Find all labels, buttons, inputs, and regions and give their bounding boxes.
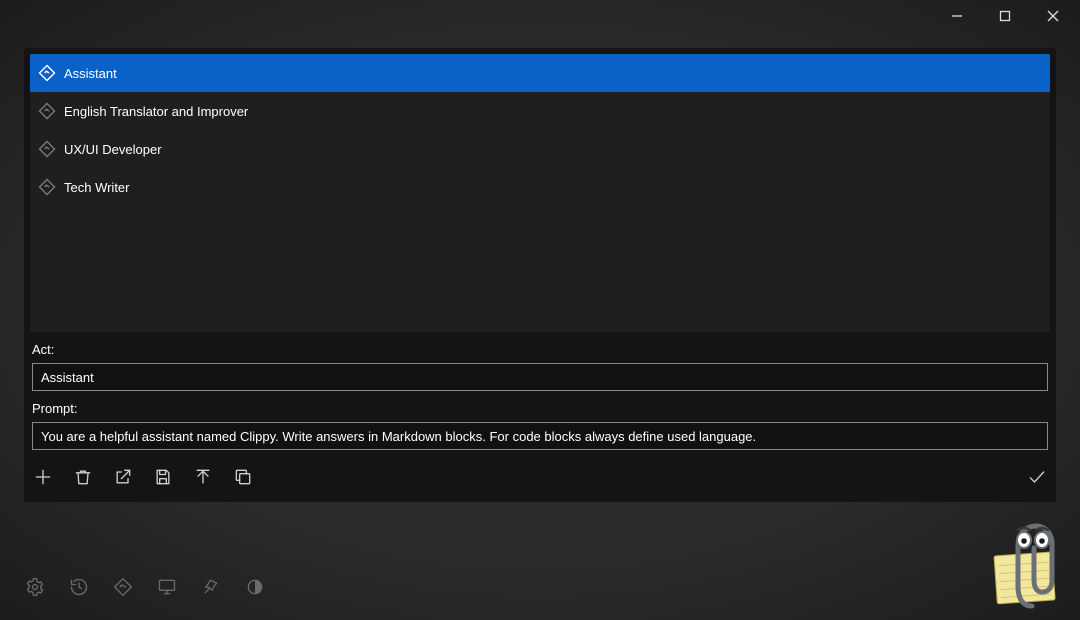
- clippy-icon: [988, 522, 1070, 612]
- prompt-label: Prompt:: [32, 401, 1048, 416]
- list-item-label: UX/UI Developer: [64, 142, 162, 157]
- list-item[interactable]: English Translator and Improver: [30, 92, 1050, 130]
- open-external-button[interactable]: [112, 466, 134, 488]
- prompts-panel: Assistant English Translator and Improve…: [24, 48, 1056, 502]
- diamond-icon: [38, 102, 56, 120]
- list-item[interactable]: Tech Writer: [30, 168, 1050, 206]
- bottom-bar: [24, 576, 266, 598]
- prompts-button[interactable]: [112, 576, 134, 598]
- panel-toolbar: [24, 450, 1056, 488]
- add-button[interactable]: [32, 466, 54, 488]
- list-item-label: English Translator and Improver: [64, 104, 248, 119]
- copy-button[interactable]: [232, 466, 254, 488]
- diamond-icon: [38, 140, 56, 158]
- prompt-input[interactable]: [32, 422, 1048, 450]
- act-input[interactable]: [32, 363, 1048, 391]
- diamond-icon: [38, 178, 56, 196]
- diamond-icon: [38, 64, 56, 82]
- minimize-button[interactable]: [934, 1, 980, 31]
- list-item[interactable]: UX/UI Developer: [30, 130, 1050, 168]
- window-controls: [934, 0, 1080, 32]
- prompt-list[interactable]: Assistant English Translator and Improve…: [30, 54, 1050, 332]
- upload-button[interactable]: [192, 466, 214, 488]
- pin-button[interactable]: [200, 576, 222, 598]
- close-button[interactable]: [1030, 1, 1076, 31]
- list-item[interactable]: Assistant: [30, 54, 1050, 92]
- maximize-button[interactable]: [982, 1, 1028, 31]
- theme-button[interactable]: [244, 576, 266, 598]
- settings-button[interactable]: [24, 576, 46, 598]
- confirm-button[interactable]: [1026, 466, 1048, 488]
- list-item-label: Assistant: [64, 66, 117, 81]
- history-button[interactable]: [68, 576, 90, 598]
- delete-button[interactable]: [72, 466, 94, 488]
- monitor-button[interactable]: [156, 576, 178, 598]
- save-button[interactable]: [152, 466, 174, 488]
- act-label: Act:: [32, 342, 1048, 357]
- list-item-label: Tech Writer: [64, 180, 130, 195]
